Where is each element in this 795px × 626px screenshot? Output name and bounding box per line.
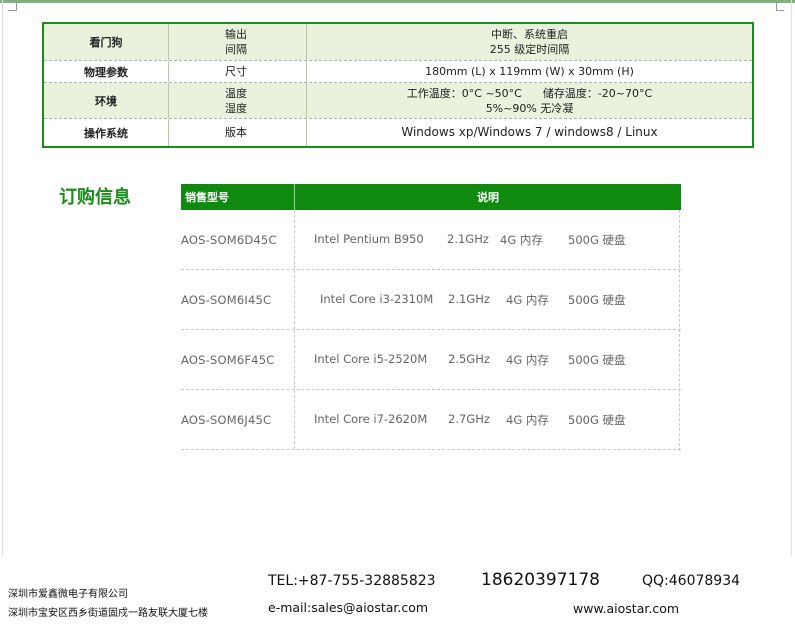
cpu-spec: Intel Pentium B950 <box>314 232 424 246</box>
spec-category: 操作系统 <box>84 126 128 140</box>
spec-value: Windows xp/Windows 7 / windows8 / Linux <box>401 125 658 139</box>
spec-category: 环境 <box>95 94 117 108</box>
footer-address: 深圳市宝安区西乡街道固戍一路友联大厦七楼 <box>8 608 208 619</box>
cpu-spec: Intel Core i5-2520M <box>314 352 428 366</box>
model-number: AOS-SOM6J45C <box>181 390 295 449</box>
order-table-header: 销售型号 说明 <box>181 184 681 210</box>
footer-website[interactable]: www.aiostar.com <box>573 601 679 616</box>
spec-items: 版本 <box>168 119 306 146</box>
spec-value: 255 级定时间隔 <box>489 43 570 56</box>
row-description: Intel Core i7-2620M 2.7GHz 4G 内存 500G 硬盘 <box>295 390 681 449</box>
table-row: AOS-SOM6I45C Intel Core i3-2310M 2.1GHz … <box>181 270 681 330</box>
footer-mobile: 18620397178 <box>481 570 600 590</box>
header-description: 说明 <box>477 191 499 204</box>
page-top-rule <box>0 0 795 3</box>
spec-value: 工作温度：0°C ~50°C 储存温度：-20~70°C <box>406 86 653 100</box>
spec-item: 版本 <box>225 126 247 139</box>
order-section-title: 订购信息 <box>59 187 131 208</box>
spec-values: Windows xp/Windows 7 / windows8 / Linux <box>306 119 752 146</box>
spec-item: 输出 <box>225 28 247 41</box>
disk: 500G 硬盘 <box>568 413 626 427</box>
memory: 4G 内存 <box>506 413 549 427</box>
table-row: AOS-SOM6F45C Intel Core i5-2520M 2.5GHz … <box>181 330 681 390</box>
spec-value: 180mm (L) x 119mm (W) x 30mm (H) <box>425 65 634 78</box>
spec-category: 看门狗 <box>89 36 123 49</box>
disk: 500G 硬盘 <box>568 353 626 367</box>
footer-company: 深圳市爱鑫微电子有限公司 <box>8 589 128 600</box>
spec-value: 5%~90% 无冷凝 <box>485 101 574 115</box>
crop-mark-left-h <box>8 10 16 11</box>
spec-value: 中断、系统重启 <box>491 28 568 41</box>
spec-row-environment: 环境 温度 湿度 工作温度：0°C ~50°C 储存温度：-20~70°C 5%… <box>44 83 752 118</box>
spec-category: 物理参数 <box>84 65 128 79</box>
order-table: 销售型号 说明 AOS-SOM6D45C Intel Pentium B950 … <box>181 184 681 451</box>
spec-item: 湿度 <box>225 101 247 115</box>
row-description: Intel Core i5-2520M 2.5GHz 4G 内存 500G 硬盘 <box>295 330 681 389</box>
disk: 500G 硬盘 <box>568 233 626 247</box>
frequency: 2.1GHz <box>448 292 490 306</box>
spec-items: 尺寸 <box>168 61 306 82</box>
memory: 4G 内存 <box>506 353 549 367</box>
row-description: Intel Pentium B950 2.1GHz 4G 内存 500G 硬盘 <box>295 210 681 269</box>
row-description: Intel Core i3-2310M 2.1GHz 4G 内存 500G 硬盘 <box>295 270 681 329</box>
header-model: 销售型号 <box>181 184 295 210</box>
footer-telephone: TEL:+87-755-32885823 <box>268 573 436 589</box>
footer-qq: QQ:46078934 <box>642 573 741 589</box>
disk: 500G 硬盘 <box>568 293 626 307</box>
frequency: 2.7GHz <box>448 412 490 426</box>
model-number: AOS-SOM6F45C <box>181 330 295 389</box>
cpu-spec: Intel Core i7-2620M <box>314 412 428 426</box>
spec-item: 温度 <box>225 86 247 100</box>
model-number: AOS-SOM6I45C <box>181 270 295 329</box>
cpu-spec: Intel Core i3-2310M <box>320 292 434 306</box>
spec-values: 180mm (L) x 119mm (W) x 30mm (H) <box>306 61 752 82</box>
memory: 4G 内存 <box>506 293 549 307</box>
spec-item: 间隔 <box>225 43 247 56</box>
frequency: 2.1GHz <box>447 232 489 246</box>
crop-mark-right-h <box>776 10 784 11</box>
crop-mark-left <box>16 3 17 11</box>
page-right-margin <box>791 0 792 556</box>
spec-row-os: 操作系统 版本 Windows xp/Windows 7 / windows8 … <box>44 119 752 146</box>
memory: 4G 内存 <box>500 233 543 247</box>
spec-values: 中断、系统重启 255 级定时间隔 <box>306 24 752 60</box>
spec-items: 温度 湿度 <box>168 83 306 118</box>
order-table-right-border <box>679 210 680 451</box>
spec-row-physical: 物理参数 尺寸 180mm (L) x 119mm (W) x 30mm (H) <box>44 61 752 82</box>
spec-values: 工作温度：0°C ~50°C 储存温度：-20~70°C 5%~90% 无冷凝 <box>306 83 752 118</box>
spec-table: 看门狗 输出 间隔 中断、系统重启 255 级定时间隔 物理参数 尺寸 180m… <box>42 22 754 148</box>
model-number: AOS-SOM6D45C <box>181 210 295 269</box>
table-row: AOS-SOM6D45C Intel Pentium B950 2.1GHz 4… <box>181 210 681 270</box>
spec-item: 尺寸 <box>225 65 247 78</box>
table-row: AOS-SOM6J45C Intel Core i7-2620M 2.7GHz … <box>181 390 681 450</box>
spec-items: 输出 间隔 <box>168 24 306 60</box>
spec-row-watchdog: 看门狗 输出 间隔 中断、系统重启 255 级定时间隔 <box>44 24 752 60</box>
page-left-margin <box>2 0 3 556</box>
frequency: 2.5GHz <box>448 352 490 366</box>
footer-email[interactable]: e-mail:sales@aiostar.com <box>268 600 428 615</box>
